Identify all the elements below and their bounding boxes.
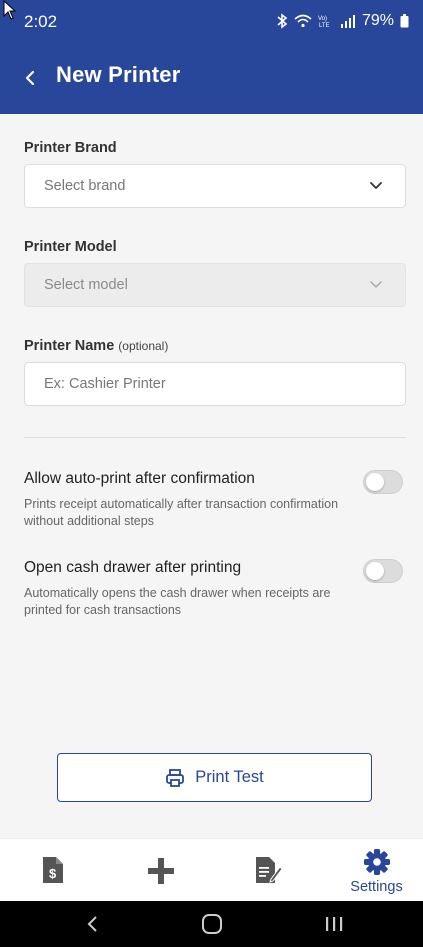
system-nav-bar: [0, 901, 423, 947]
toggle-knob: [366, 473, 384, 491]
nav-settings[interactable]: Settings: [324, 839, 423, 902]
cash-drawer-description: Automatically opens the cash drawer when…: [24, 586, 331, 617]
auto-print-toggle[interactable]: [363, 470, 403, 494]
model-placeholder: Select model: [44, 277, 128, 293]
name-placeholder: Ex: Cashier Printer: [44, 376, 166, 392]
printer-icon: [166, 768, 185, 787]
plus-icon: [147, 858, 174, 884]
document-edit-icon: [255, 857, 282, 883]
brand-label: Printer Brand: [24, 140, 117, 156]
model-select[interactable]: Select model: [24, 263, 406, 307]
status-bar: 2:02 Vo) LTE 79%: [0, 0, 423, 42]
settings-label: Settings: [350, 879, 403, 895]
volte-icon: Vo)LTE: [318, 16, 330, 28]
system-home-icon: [202, 914, 222, 934]
svg-text:LTE: LTE: [319, 23, 330, 28]
system-recents-icon: [326, 917, 343, 931]
print-test-button[interactable]: Print Test: [57, 753, 372, 802]
print-test-label: Print Test: [195, 768, 264, 786]
printer-form: Printer Brand Select brand Printer Model…: [0, 114, 423, 838]
system-back-button[interactable]: [72, 911, 112, 937]
auto-print-description: Prints receipt automatically after trans…: [24, 497, 339, 528]
system-recents-button[interactable]: [314, 911, 354, 937]
system-home-button[interactable]: [192, 911, 232, 937]
back-button[interactable]: [16, 64, 44, 92]
brand-select[interactable]: Select brand: [24, 164, 406, 208]
app-header: New Printer: [0, 42, 423, 114]
brand-placeholder: Select brand: [44, 178, 126, 194]
name-label: Printer Name (optional): [24, 338, 168, 354]
chevron-down-icon: [370, 182, 382, 189]
wifi-icon: [294, 14, 312, 28]
page-title: New Printer: [56, 62, 181, 87]
nav-invoices[interactable]: $: [0, 839, 105, 902]
divider: [24, 437, 406, 438]
chevron-down-icon: [370, 281, 382, 288]
system-back-icon: [87, 916, 97, 932]
chevron-left-icon: [25, 70, 35, 86]
printer-name-input[interactable]: Ex: Cashier Printer: [24, 362, 406, 406]
bluetooth-icon: [277, 13, 288, 29]
toggle-knob: [366, 562, 384, 580]
status-icons: Vo) LTE 79%: [276, 12, 409, 30]
cash-drawer-title: Open cash drawer after printing: [24, 559, 242, 576]
gear-icon: [363, 849, 390, 875]
bottom-nav: $ Settings: [0, 838, 423, 901]
cash-drawer-toggle[interactable]: [363, 559, 403, 583]
nav-documents[interactable]: [215, 839, 320, 902]
model-label: Printer Model: [24, 239, 117, 255]
status-time: 2:02: [24, 12, 58, 31]
name-label-text: Printer Name: [24, 338, 115, 354]
optional-hint: (optional): [118, 339, 169, 353]
nav-add[interactable]: [108, 839, 213, 902]
battery-percent: 79%: [361, 12, 394, 29]
auto-print-title: Allow auto-print after confirmation: [24, 470, 255, 487]
svg-text:$: $: [49, 866, 57, 881]
svg-text:Vo): Vo): [318, 16, 327, 22]
mouse-cursor-icon: [3, 0, 17, 20]
battery-icon: [400, 14, 409, 28]
invoice-dollar-icon: $: [42, 857, 63, 883]
signal-icon: [340, 15, 355, 28]
